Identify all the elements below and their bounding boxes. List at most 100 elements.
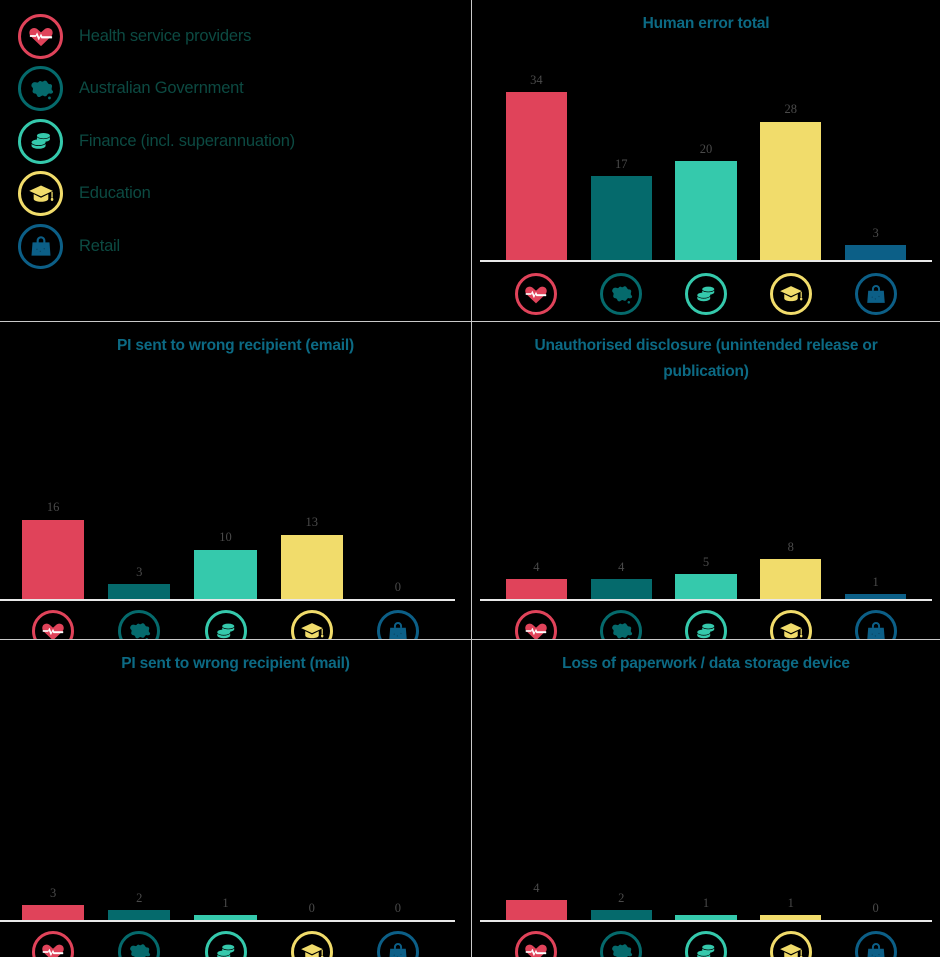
coins-icon[interactable] (684, 931, 727, 957)
bar-group: 2 (96, 692, 182, 920)
x-axis-icon-row (494, 273, 918, 315)
bar-value-label: 3 (49, 885, 57, 900)
heartbeat-icon[interactable] (32, 610, 75, 639)
x-axis-line (480, 920, 932, 922)
legend-item-label: Health service providers (79, 26, 252, 45)
bar-value-label: 0 (394, 579, 402, 594)
bar[interactable] (845, 245, 907, 260)
bar-value-label: 16 (46, 500, 60, 515)
bar-group: 4 (494, 692, 579, 920)
x-axis-tick (269, 610, 355, 639)
x-axis-tick (579, 273, 664, 315)
x-axis-tick (10, 931, 96, 957)
x-axis-tick (96, 931, 182, 957)
graduation-cap-icon[interactable] (769, 610, 812, 639)
bar-group: 4 (579, 374, 664, 599)
legend-item-education[interactable]: Education (18, 168, 471, 221)
x-axis-tick (664, 931, 749, 957)
bar-group: 0 (355, 374, 441, 599)
heartbeat-icon[interactable] (515, 273, 558, 315)
bar-group: 16 (10, 374, 96, 599)
legend-item-government[interactable]: Australian Government (18, 63, 471, 116)
bar[interactable] (505, 900, 567, 920)
bar[interactable] (760, 121, 822, 260)
x-axis-tick (748, 610, 833, 639)
australia-map-icon (18, 66, 63, 112)
shopping-bag-icon[interactable] (854, 931, 897, 957)
x-axis-line (0, 920, 455, 922)
coins-icon[interactable] (684, 273, 727, 315)
x-axis-tick (833, 273, 918, 315)
shopping-bag-icon (18, 223, 63, 269)
bar-group: 3 (96, 374, 182, 599)
bar-value-label: 0 (394, 900, 402, 915)
bar-value-label: 5 (702, 554, 710, 569)
heartbeat-icon[interactable] (32, 931, 75, 957)
australia-map-icon[interactable] (600, 273, 643, 315)
plot-area: 4 2 1 1 0 (472, 692, 940, 957)
bar[interactable] (194, 549, 257, 599)
chart-title: Human error total (642, 15, 770, 32)
x-axis-tick (355, 931, 441, 957)
bar-value-label: 28 (784, 102, 798, 117)
bar[interactable] (590, 910, 652, 920)
heartbeat-icon[interactable] (515, 610, 558, 639)
x-axis-icon-row (494, 610, 918, 639)
chart-panel-pi-wrong-recipient-mail: PI sent to wrong recipient (mail) 3 2 1 0 0 (0, 639, 471, 957)
shopping-bag-icon[interactable] (854, 610, 897, 639)
bar[interactable] (505, 579, 567, 599)
legend-item-health[interactable]: Health service providers (18, 10, 471, 63)
coins-icon[interactable] (204, 931, 247, 957)
bar[interactable] (675, 574, 737, 599)
australia-map-icon[interactable] (118, 610, 161, 639)
bar-group: 1 (664, 692, 749, 920)
coins-icon[interactable] (204, 610, 247, 639)
bar[interactable] (108, 910, 171, 920)
bar[interactable] (280, 534, 343, 599)
x-axis-tick (748, 273, 833, 315)
x-axis-tick (579, 931, 664, 957)
bar-value-label: 1 (222, 895, 229, 910)
x-axis-tick (664, 610, 749, 639)
graduation-cap-icon[interactable] (769, 931, 812, 957)
graduation-cap-icon[interactable] (290, 610, 333, 639)
x-axis-tick (10, 610, 96, 639)
bar[interactable] (22, 519, 85, 599)
coins-icon[interactable] (684, 610, 727, 639)
shopping-bag-icon[interactable] (376, 610, 419, 639)
x-axis-tick (269, 931, 355, 957)
bar-value-label: 0 (872, 900, 879, 915)
bar-value-label: 3 (872, 225, 879, 240)
chart-panel-human-error-total: Human error total 34 17 20 28 3 (471, 0, 940, 321)
chart-panel-pi-wrong-recipient-email: PI sent to wrong recipient (email) 16 3 10… (0, 321, 471, 639)
legend-item-finance[interactable]: Finance (incl. superannuation) (18, 115, 471, 168)
graduation-cap-icon[interactable] (769, 273, 812, 315)
bar[interactable] (760, 559, 822, 599)
australia-map-icon[interactable] (600, 610, 643, 639)
bar-group: 17 (579, 55, 664, 260)
graduation-cap-icon[interactable] (290, 931, 333, 957)
category-legend: Health service providers Australian Gover… (0, 0, 471, 273)
bar-group: 20 (664, 55, 749, 260)
shopping-bag-icon[interactable] (376, 931, 419, 957)
bar[interactable] (590, 176, 652, 260)
legend-item-retail[interactable]: Retail (18, 220, 471, 273)
bar[interactable] (22, 905, 85, 920)
bar[interactable] (505, 92, 567, 260)
bar-group: 5 (664, 374, 749, 599)
bar-value-label: 2 (136, 890, 143, 905)
shopping-bag-icon[interactable] (854, 273, 897, 315)
bar-group: 3 (10, 692, 96, 920)
x-axis-icon-row (494, 931, 918, 957)
bar[interactable] (675, 161, 737, 260)
bar[interactable] (108, 584, 171, 599)
bar-value-label: 2 (618, 890, 625, 905)
plot-area: 16 3 10 13 0 (0, 374, 471, 639)
australia-map-icon[interactable] (600, 931, 643, 957)
x-axis-tick (494, 931, 579, 957)
heartbeat-icon[interactable] (515, 931, 558, 957)
legend-item-label: Finance (incl. superannuation) (79, 131, 295, 150)
australia-map-icon[interactable] (118, 931, 161, 957)
bar[interactable] (590, 579, 652, 599)
bar-value-label: 8 (787, 539, 794, 554)
